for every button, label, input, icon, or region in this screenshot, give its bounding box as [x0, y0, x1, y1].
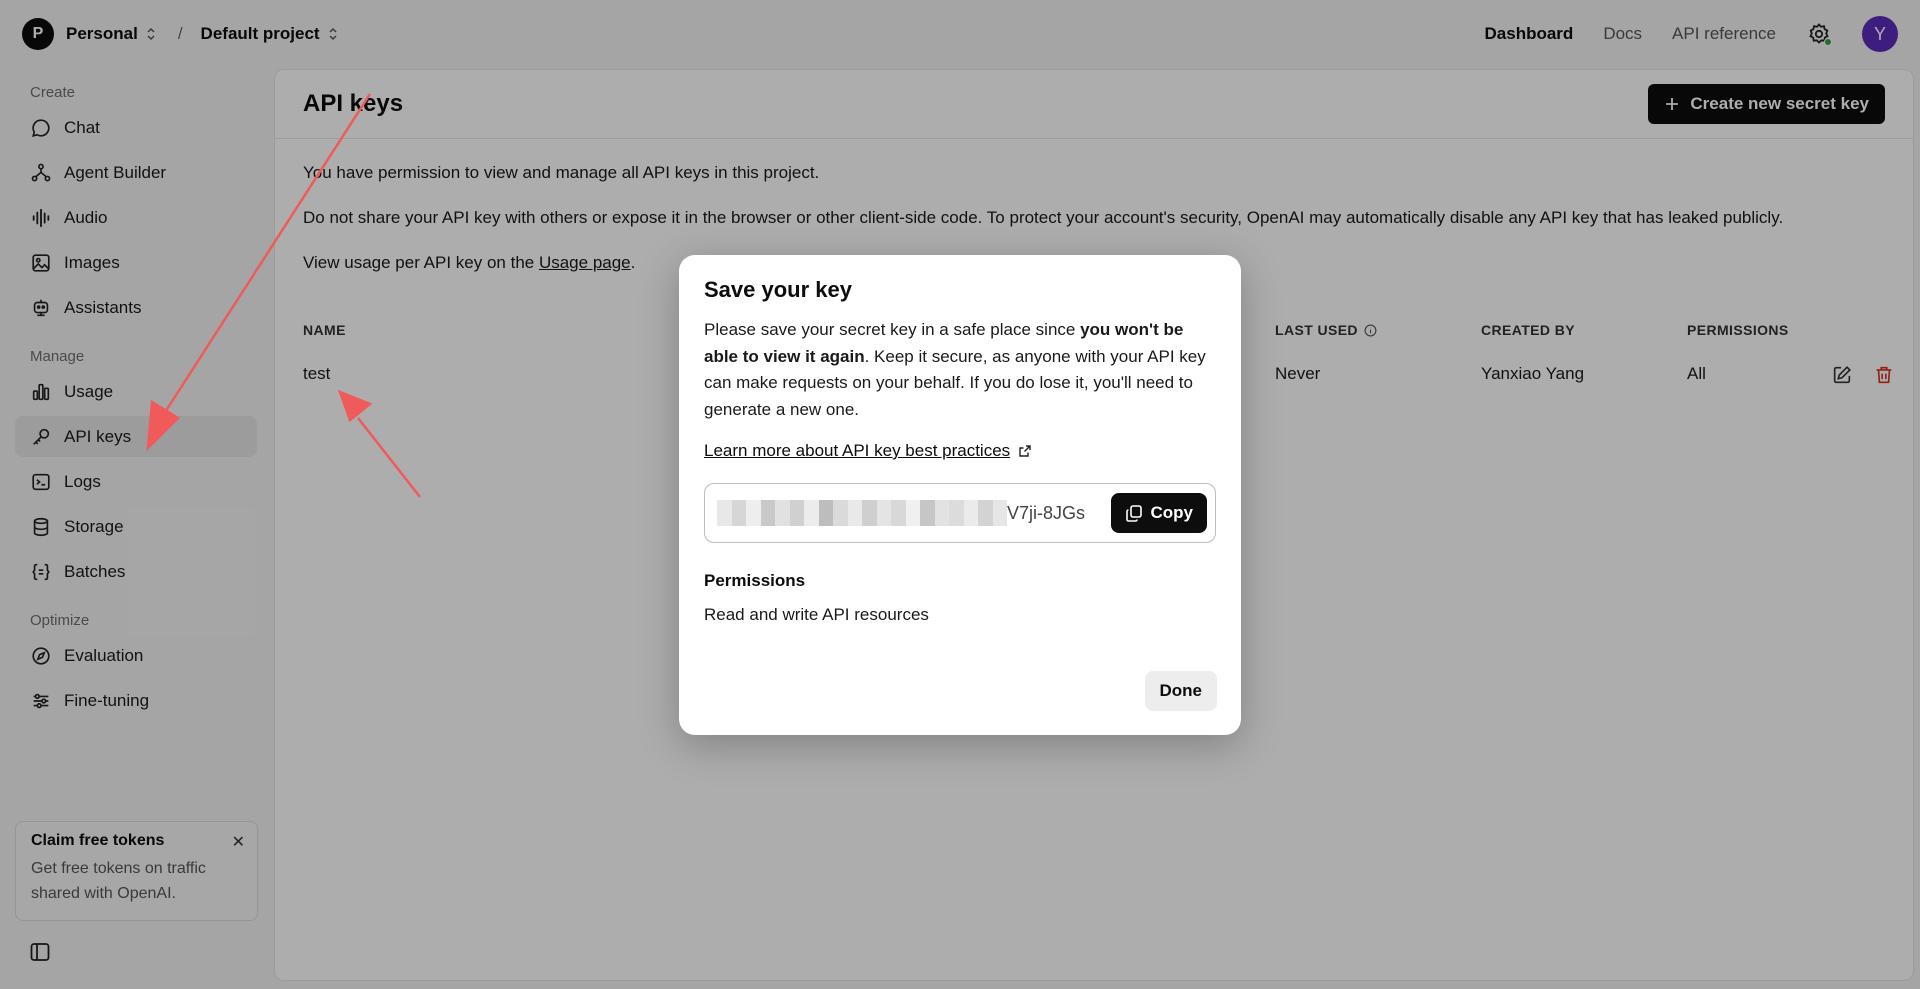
copy-button[interactable]: Copy	[1110, 493, 1207, 533]
done-button[interactable]: Done	[1144, 671, 1217, 711]
dialog-description: Please save your secret key in a safe pl…	[704, 317, 1216, 423]
save-key-dialog: Save your key Please save your secret ke…	[679, 255, 1241, 735]
secret-key-value[interactable]: V7ji-8JGs	[717, 493, 1111, 533]
permissions-label: Permissions	[704, 571, 806, 590]
dialog-text-start: Please save your secret key in a safe pl…	[704, 320, 1081, 339]
external-link-icon	[1019, 445, 1031, 457]
copy-icon	[1125, 505, 1142, 522]
copy-button-label: Copy	[1150, 503, 1194, 522]
best-practices-link-label: Learn more about API key best practices	[704, 441, 1011, 460]
dialog-title: Save your key	[704, 277, 852, 302]
secret-key-field[interactable]: V7ji-8JGs Copy	[704, 483, 1216, 543]
permissions-value: Read and write API resources	[704, 605, 929, 624]
secret-key-visible-tail: V7ji-8JGs	[1007, 502, 1086, 523]
redacted-key-blur	[717, 500, 1007, 526]
best-practices-link[interactable]: Learn more about API key best practices	[704, 441, 1032, 461]
